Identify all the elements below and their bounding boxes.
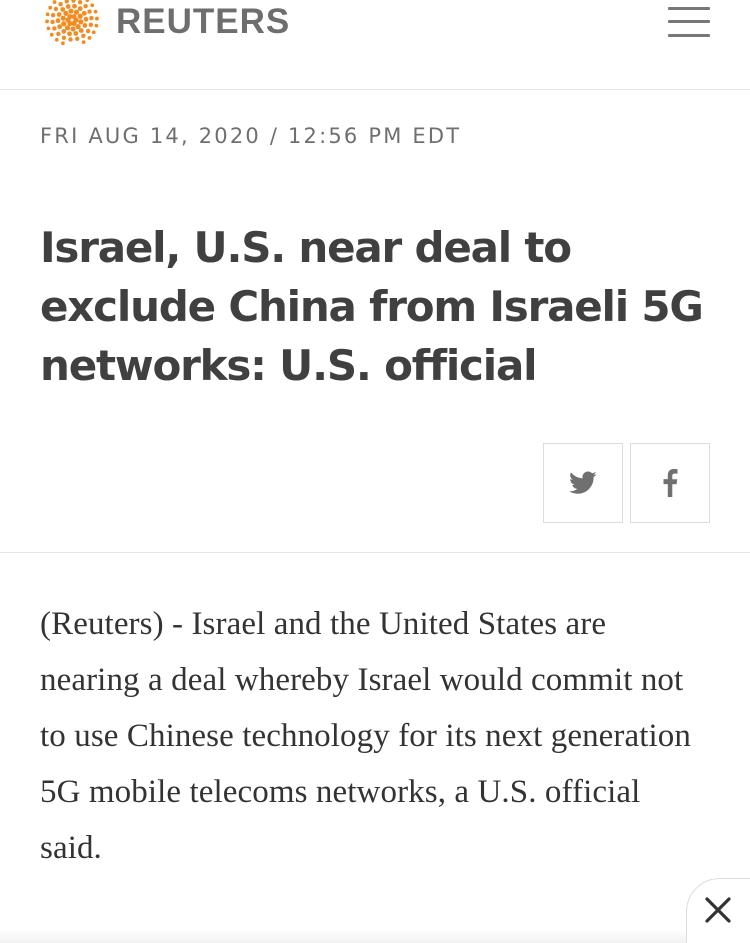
logo-dot: [63, 10, 69, 16]
logo-dot: [90, 3, 95, 8]
logo-dot: [52, 0, 57, 4]
logo-dot: [77, 0, 83, 5]
logo-dot: [53, 6, 59, 12]
logo-dot: [77, 13, 83, 19]
logo-dot: [77, 6, 83, 12]
logo-dot: [83, 3, 88, 9]
facebook-icon: [663, 469, 678, 497]
logo-dot: [48, 5, 53, 10]
logo-dot: [85, 0, 90, 3]
logo-dot: [45, 12, 50, 17]
logo-dot: [64, 25, 71, 31]
logo-dot: [81, 10, 87, 16]
logo-dot: [45, 19, 49, 24]
share-twitter-button[interactable]: [543, 443, 623, 523]
logo-dot: [57, 24, 63, 30]
logo-dot: [71, 13, 77, 20]
close-icon: [705, 897, 731, 923]
logo-dot: [50, 19, 55, 25]
logo-dot: [56, 31, 61, 37]
logo-dot: [60, 7, 66, 12]
menu-bar: [668, 34, 710, 37]
logo-dot: [85, 28, 91, 34]
logo-dot: [65, 4, 71, 9]
logo-dot: [87, 36, 92, 40]
article-body: (Reuters) - Israel and the United States…: [40, 606, 691, 866]
logo-dot: [78, 19, 84, 25]
logo-dot: [61, 28, 67, 34]
logo-dot: [61, 35, 67, 40]
menu-bar: [668, 7, 710, 10]
site-header: REUTERS: [0, 0, 750, 90]
logo-dot: [56, 12, 62, 17]
logo-dot: [67, 31, 72, 37]
logo-dot: [93, 9, 98, 14]
logo-dot: [55, 18, 61, 24]
section-divider: [0, 552, 750, 553]
logo-wordmark: REUTERS: [116, 2, 291, 41]
logo-dot: [72, 3, 77, 9]
logo-dot: [49, 32, 54, 37]
logo-dot: [94, 23, 99, 28]
logo-dot: [50, 12, 56, 18]
reuters-logo[interactable]: REUTERS: [40, 0, 291, 46]
logo-dot: [70, 26, 76, 32]
logo-dot: [88, 22, 94, 28]
reuters-dot-ring-icon: [45, 0, 99, 46]
menu-bar: [668, 20, 710, 23]
logo-dot: [61, 21, 67, 27]
bottom-shade: [0, 930, 686, 943]
logo-dot: [60, 15, 66, 21]
logo-dot: [58, 1, 63, 7]
logo-dot: [78, 28, 84, 33]
logo-dot: [68, 8, 74, 14]
logo-dot: [75, 24, 81, 30]
logo-dot: [95, 16, 99, 21]
logo-dot: [81, 33, 86, 39]
article-headline: Israel, U.S. near deal to exclude China …: [40, 223, 704, 390]
logo-dot: [91, 30, 96, 35]
logo-dot: [54, 37, 59, 42]
logo-dot: [75, 36, 80, 41]
logo-dot: [82, 23, 88, 28]
logo-dot: [83, 16, 89, 22]
logo-dot: [46, 26, 51, 31]
logo-dot: [81, 40, 86, 45]
article-dateline: FRI AUG 14, 2020 / 12:56 PM EDT: [40, 124, 462, 148]
hamburger-menu-icon[interactable]: [668, 4, 712, 40]
close-overlay-button[interactable]: [686, 878, 750, 943]
logo-dot: [71, 0, 76, 3]
logo-dot: [73, 9, 80, 15]
logo-dot: [89, 15, 94, 21]
logo-dot: [73, 31, 79, 36]
twitter-icon: [569, 471, 597, 494]
share-facebook-button[interactable]: [630, 443, 710, 523]
logo-dot: [64, 0, 69, 4]
logo-dot: [61, 41, 65, 46]
logo-dot: [68, 37, 73, 42]
logo-dot: [52, 26, 57, 31]
logo-dot: [87, 9, 92, 14]
